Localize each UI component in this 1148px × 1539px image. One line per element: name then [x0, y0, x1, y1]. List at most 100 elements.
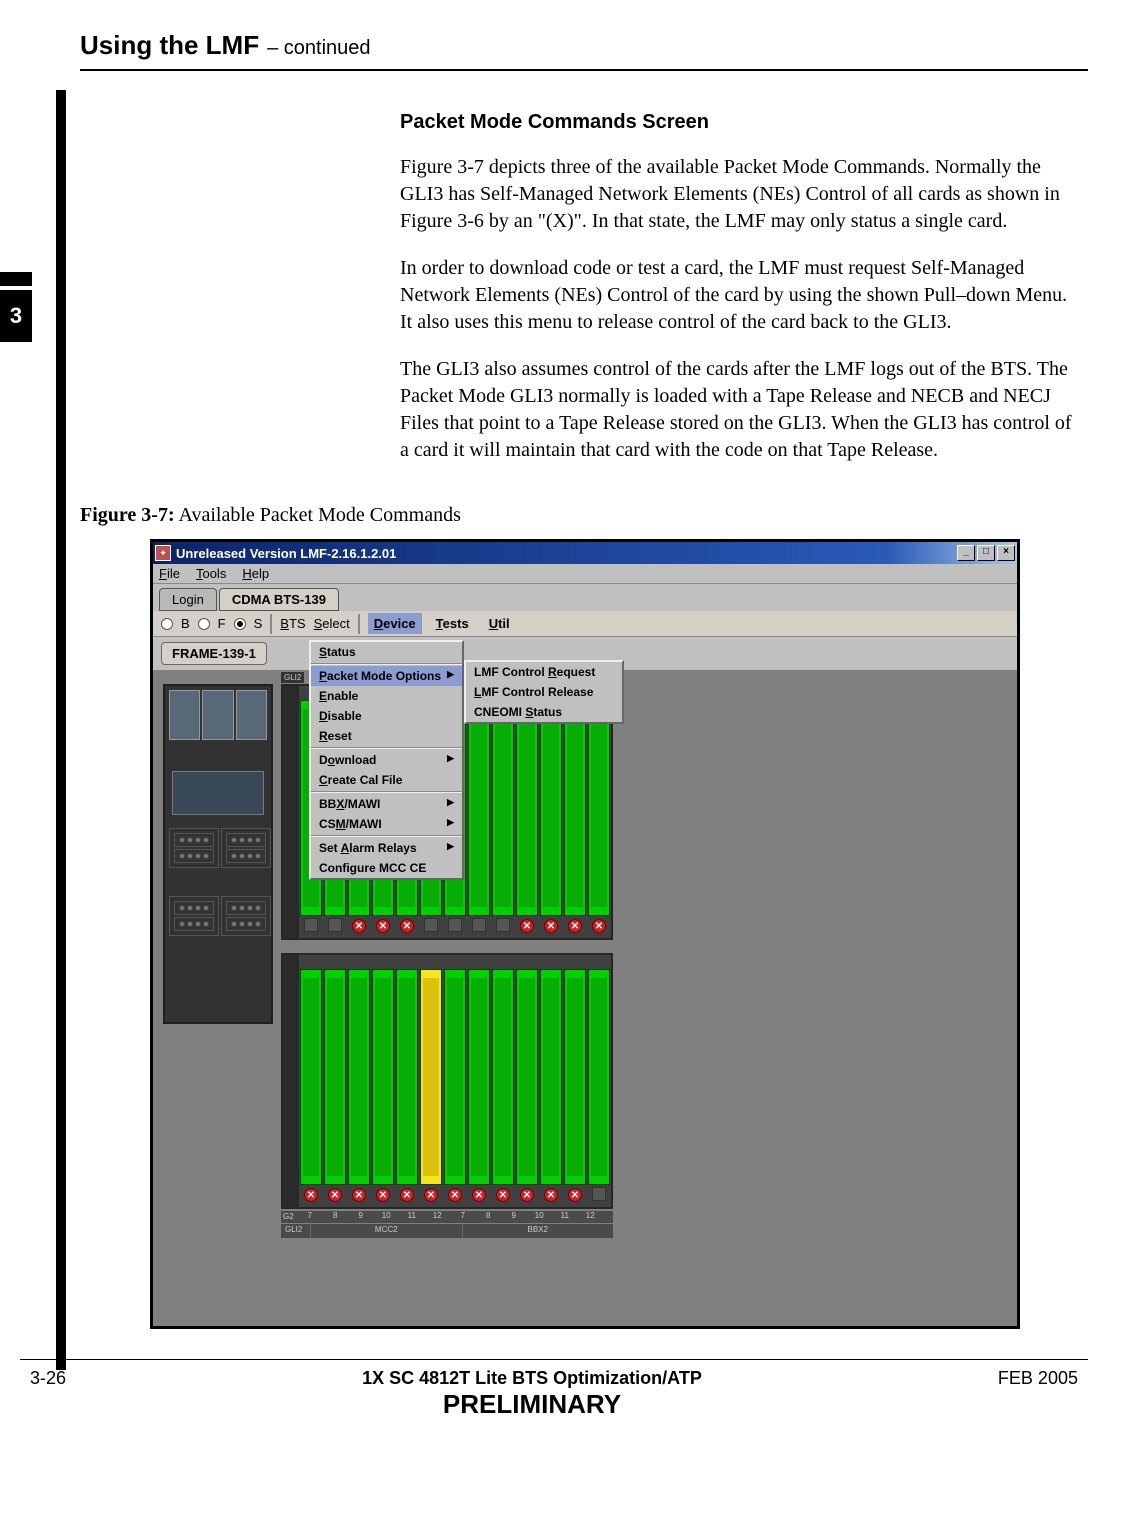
menu-item-packet-mode-options[interactable]: Packet Mode Options▶: [311, 666, 462, 686]
chevron-right-icon: ▶: [447, 797, 454, 811]
footer-bbx2: BBX2: [463, 1224, 614, 1238]
figure-caption: Figure 3-7: Available Packet Mode Comman…: [80, 504, 1088, 527]
card-slot[interactable]: ✕: [420, 959, 442, 1203]
slot-num: 10: [374, 1211, 400, 1223]
menu-help[interactable]: Help: [242, 566, 269, 581]
status-x-icon: ✕: [400, 919, 414, 933]
menu-item-set-alarm-relays[interactable]: Set Alarm Relays▶: [311, 838, 462, 858]
toolbar-bts[interactable]: BTS: [280, 616, 305, 631]
card-slot[interactable]: ✕: [564, 690, 586, 934]
card-slot[interactable]: [468, 690, 490, 934]
status-x-icon: ✕: [472, 1188, 486, 1202]
toolbar: B F S BTS Select Device Tests Util: [153, 611, 1017, 637]
submenu-lmf-control-release[interactable]: LMF Control Release: [466, 682, 622, 702]
menu-item-download[interactable]: Download▶: [311, 750, 462, 770]
menu-separator: [311, 663, 462, 665]
label-f: F: [218, 616, 226, 631]
menu-separator: [311, 835, 462, 837]
menu-file[interactable]: File: [159, 566, 180, 581]
radio-s[interactable]: [234, 618, 246, 630]
card-slot[interactable]: ✕: [396, 959, 418, 1203]
label-s: S: [254, 616, 263, 631]
packet-mode-submenu: LMF Control Request LMF Control Release …: [464, 660, 624, 724]
menu-item-create-cal-file[interactable]: Create Cal File: [311, 770, 462, 790]
card-slot[interactable]: ✕: [540, 690, 562, 934]
status-x-icon: ✕: [544, 919, 558, 933]
page-header-title: Using the LMF: [80, 30, 259, 61]
frame-selector[interactable]: FRAME-139-1: [161, 642, 267, 665]
slot-num: 9: [348, 1211, 374, 1223]
card-slot[interactable]: [588, 959, 610, 1203]
titlebar: ✦ Unreleased Version LMF-2.16.1.2.01 _ □…: [153, 542, 1017, 564]
card-slot[interactable]: ✕: [444, 959, 466, 1203]
paragraph-2: In order to download code or test a card…: [400, 255, 1078, 336]
tab-login[interactable]: Login: [159, 588, 217, 611]
footer-page-number: 3-26: [30, 1368, 66, 1389]
menu-item-configure-mcc-ce[interactable]: Configure MCC CE: [311, 858, 462, 878]
card-slot[interactable]: ✕: [300, 959, 322, 1203]
menu-item-bbx-mawi[interactable]: BBX/MAWI▶: [311, 794, 462, 814]
card-slot[interactable]: ✕: [372, 959, 394, 1203]
menubar: File Tools Help: [153, 564, 1017, 584]
card-slot[interactable]: ✕: [516, 959, 538, 1203]
radio-f[interactable]: [198, 618, 210, 630]
maximize-button[interactable]: □: [977, 545, 995, 561]
menu-item-enable[interactable]: Enable: [311, 686, 462, 706]
toolbar-select[interactable]: Select: [314, 616, 350, 631]
close-button[interactable]: ×: [997, 545, 1015, 561]
minimize-button[interactable]: _: [957, 545, 975, 561]
status-x-icon: ✕: [376, 919, 390, 933]
slot-num: 10: [527, 1211, 553, 1223]
footer-doc-title: 1X SC 4812T Lite BTS Optimization/ATP: [362, 1368, 702, 1389]
chevron-right-icon: ▶: [447, 817, 454, 831]
status-x-icon: ✕: [568, 1188, 582, 1202]
card-slot[interactable]: ✕: [468, 959, 490, 1203]
footer-preliminary: PRELIMINARY: [362, 1389, 702, 1420]
menu-item-status[interactable]: Status: [311, 642, 462, 662]
slot-num: 12: [425, 1211, 451, 1223]
footer-gli2: GLI2: [281, 1224, 311, 1238]
toolbar-device[interactable]: Device: [368, 613, 422, 634]
card-slot[interactable]: ✕: [324, 959, 346, 1203]
footer-date: FEB 2005: [998, 1368, 1078, 1389]
figure-label: Figure 3-7:: [80, 504, 175, 526]
page-header-continued: – continued: [267, 37, 370, 60]
slot-num: 7: [450, 1211, 476, 1223]
status-x-icon: ✕: [400, 1188, 414, 1202]
status-x-icon: ✕: [544, 1188, 558, 1202]
label-b: B: [181, 616, 190, 631]
card-slot[interactable]: ✕: [540, 959, 562, 1203]
menu-separator: [311, 747, 462, 749]
radio-b[interactable]: [161, 618, 173, 630]
menu-item-reset[interactable]: Reset: [311, 726, 462, 746]
tab-row: Login CDMA BTS-139: [153, 584, 1017, 611]
card-slot[interactable]: ✕: [516, 690, 538, 934]
slot-num: 11: [552, 1211, 578, 1223]
status-x-icon: ✕: [568, 919, 582, 933]
footer-mcc2: MCC2: [311, 1224, 463, 1238]
status-x-icon: ✕: [592, 919, 606, 933]
card-slot[interactable]: ✕: [564, 959, 586, 1203]
status-x-icon: ✕: [304, 1188, 318, 1202]
slot-num: 8: [323, 1211, 349, 1223]
toolbar-tests[interactable]: Tests: [430, 613, 475, 634]
menu-item-csm-mawi[interactable]: CSM/MAWI▶: [311, 814, 462, 834]
slot-label-g2: G2: [281, 1211, 297, 1223]
gli2-label-top: GLI2: [281, 672, 304, 683]
toolbar-divider: [270, 614, 272, 634]
app-window: ✦ Unreleased Version LMF-2.16.1.2.01 _ □…: [150, 539, 1020, 1329]
card-slot[interactable]: [492, 690, 514, 934]
status-x-icon: ✕: [376, 1188, 390, 1202]
submenu-lmf-control-request[interactable]: LMF Control Request: [466, 662, 622, 682]
card-slot[interactable]: ✕: [348, 959, 370, 1203]
paragraph-3: The GLI3 also assumes control of the car…: [400, 356, 1078, 464]
submenu-cneomi-status[interactable]: CNEOMI Status: [466, 702, 622, 722]
rack-panel: [163, 684, 273, 1024]
card-slot[interactable]: ✕: [492, 959, 514, 1203]
status-x-icon: ✕: [328, 1188, 342, 1202]
toolbar-util[interactable]: Util: [483, 613, 516, 634]
menu-tools[interactable]: Tools: [196, 566, 226, 581]
card-slot[interactable]: ✕: [588, 690, 610, 934]
tab-cdma-bts[interactable]: CDMA BTS-139: [219, 588, 339, 611]
menu-item-disable[interactable]: Disable: [311, 706, 462, 726]
